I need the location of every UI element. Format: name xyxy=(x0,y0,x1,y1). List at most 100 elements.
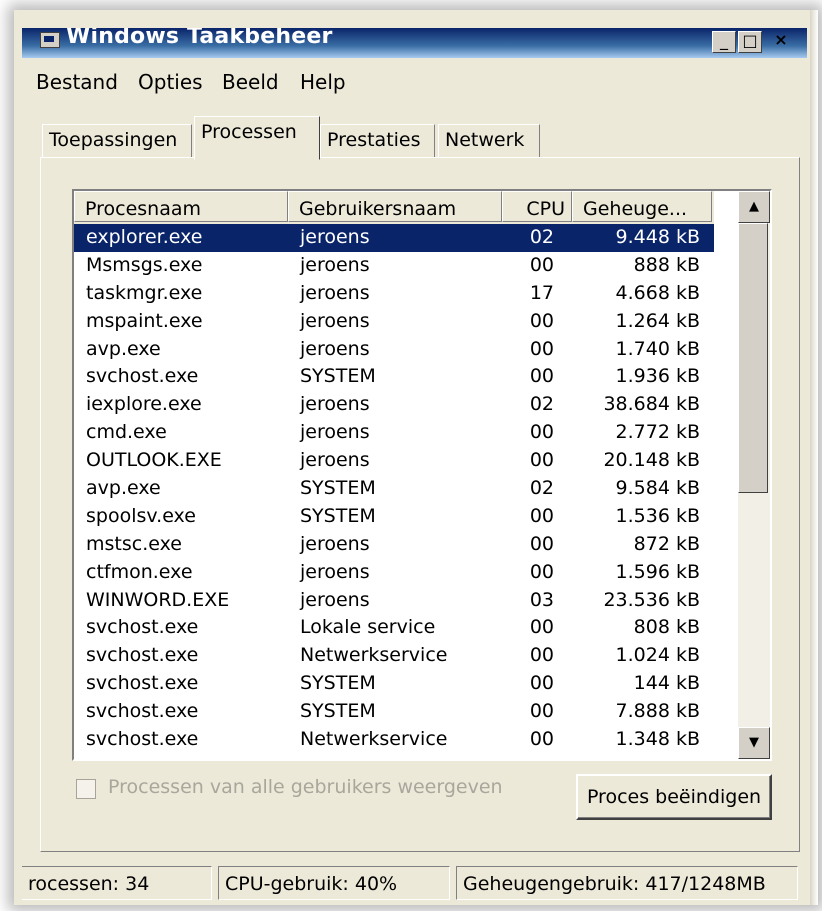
process-memory-cell: 1.264 kB xyxy=(615,309,700,332)
tab-toepassingen[interactable]: Toepassingen xyxy=(42,124,192,158)
table-row[interactable]: iexplore.exe jeroens 02 38.684 kB xyxy=(74,391,714,419)
table-row[interactable]: avp.exe SYSTEM 02 9.584 kB xyxy=(74,475,714,503)
table-row[interactable]: OUTLOOK.EXE jeroens 00 20.148 kB xyxy=(74,447,714,475)
status-processes: rocessen: 34 xyxy=(22,866,212,900)
process-cpu-cell: 00 xyxy=(529,728,554,751)
column-header-geheugen[interactable]: Geheuge... xyxy=(572,191,712,222)
process-cpu-cell: 02 xyxy=(529,226,554,248)
table-row[interactable]: svchost.exe Lokale service 00 808 kB xyxy=(74,614,714,642)
menu-beeld[interactable]: Beeld xyxy=(222,70,279,94)
process-name-cell: svchost.exe xyxy=(86,700,199,723)
process-user-cell: jeroens xyxy=(300,253,370,276)
process-name-cell: iexplore.exe xyxy=(86,393,202,416)
process-cpu-cell: 00 xyxy=(529,449,554,472)
process-memory-cell: 20.148 kB xyxy=(603,449,700,472)
table-row[interactable]: svchost.exe SYSTEM 00 7.888 kB xyxy=(74,698,714,726)
process-user-cell: Netwerkservice xyxy=(300,644,448,667)
process-cpu-cell: 03 xyxy=(529,588,554,611)
process-user-cell: jeroens xyxy=(300,532,370,555)
process-memory-cell: 1.348 kB xyxy=(615,728,700,751)
process-cpu-cell: 00 xyxy=(529,560,554,583)
process-list[interactable]: Procesnaam Gebruikersnaam CPU Geheuge...… xyxy=(72,189,772,761)
process-user-cell: SYSTEM xyxy=(300,700,376,723)
process-user-cell: SYSTEM xyxy=(300,504,376,527)
process-name-cell: avp.exe xyxy=(86,337,161,360)
table-row[interactable]: avp.exe jeroens 00 1.740 kB xyxy=(74,336,714,364)
process-user-cell: jeroens xyxy=(300,449,370,472)
process-cpu-cell: 00 xyxy=(529,672,554,695)
table-row[interactable]: ctfmon.exe jeroens 00 1.596 kB xyxy=(74,559,714,587)
end-process-button[interactable]: Proces beëindigen xyxy=(576,774,772,820)
process-memory-cell: 7.888 kB xyxy=(615,700,700,723)
process-user-cell: Lokale service xyxy=(300,616,436,639)
menu-bar: Bestand Opties Beeld Help xyxy=(22,64,807,104)
process-cpu-cell: 02 xyxy=(529,477,554,500)
process-cpu-cell: 00 xyxy=(529,253,554,276)
process-cpu-cell: 00 xyxy=(529,532,554,555)
column-header-cpu[interactable]: CPU xyxy=(502,191,572,222)
process-name-cell: svchost.exe xyxy=(86,644,199,667)
column-header-procesnaam[interactable]: Procesnaam xyxy=(74,191,288,222)
menu-opties[interactable]: Opties xyxy=(138,70,203,94)
process-cpu-cell: 02 xyxy=(529,393,554,416)
process-user-cell: SYSTEM xyxy=(300,672,376,695)
table-row[interactable]: svchost.exe Netwerkservice 00 1.348 kB xyxy=(74,726,714,754)
table-row[interactable]: svchost.exe Netwerkservice 00 1.024 kB xyxy=(74,642,714,670)
process-user-cell: jeroens xyxy=(300,309,370,332)
process-user-cell: SYSTEM xyxy=(300,477,376,500)
close-button[interactable]: × xyxy=(770,31,792,51)
process-memory-cell: 1.936 kB xyxy=(615,365,700,388)
vertical-scrollbar[interactable]: ▲ ▼ xyxy=(738,191,770,759)
process-user-cell: jeroens xyxy=(300,281,370,304)
process-user-cell: jeroens xyxy=(300,560,370,583)
process-name-cell: taskmgr.exe xyxy=(86,281,203,304)
process-cpu-cell: 00 xyxy=(529,504,554,527)
table-row[interactable]: explorer.exe jeroens 02 9.448 kB xyxy=(74,224,714,252)
scroll-thumb[interactable] xyxy=(738,223,768,493)
taskmanager-app-icon xyxy=(40,32,60,48)
menu-bestand[interactable]: Bestand xyxy=(36,70,118,94)
table-row[interactable]: svchost.exe SYSTEM 00 1.936 kB xyxy=(74,363,714,391)
process-cpu-cell: 00 xyxy=(529,365,554,388)
process-name-cell: Msmsgs.exe xyxy=(86,253,203,276)
tab-prestaties[interactable]: Prestaties xyxy=(320,124,435,158)
process-rows: explorer.exe jeroens 02 9.448 kB Msmsgs.exe j… xyxy=(74,224,714,754)
table-row[interactable]: mspaint.exe jeroens 00 1.264 kB xyxy=(74,308,714,336)
process-name-cell: spoolsv.exe xyxy=(86,504,196,527)
table-row[interactable]: spoolsv.exe SYSTEM 00 1.536 kB xyxy=(74,503,714,531)
tab-netwerk[interactable]: Netwerk xyxy=(438,124,540,158)
status-bar: rocessen: 34 CPU-gebruik: 40% Geheugenge… xyxy=(22,860,807,900)
process-cpu-cell: 00 xyxy=(529,421,554,444)
process-cpu-cell: 00 xyxy=(529,644,554,667)
table-row[interactable]: WINWORD.EXE jeroens 03 23.536 kB xyxy=(74,587,714,615)
scroll-up-button[interactable]: ▲ xyxy=(738,191,770,223)
process-cpu-cell: 00 xyxy=(529,700,554,723)
process-user-cell: jeroens xyxy=(300,226,370,248)
column-header-gebruikersnaam[interactable]: Gebruikersnaam xyxy=(288,191,502,222)
process-cpu-cell: 00 xyxy=(529,616,554,639)
minimize-button[interactable]: _ xyxy=(712,31,736,53)
process-cpu-cell: 00 xyxy=(529,309,554,332)
process-name-cell: svchost.exe xyxy=(86,728,199,751)
process-memory-cell: 808 kB xyxy=(633,616,700,639)
process-memory-cell: 872 kB xyxy=(633,532,700,555)
status-cpu: CPU-gebruik: 40% xyxy=(218,866,450,900)
show-all-users-checkbox[interactable] xyxy=(76,779,96,799)
process-name-cell: avp.exe xyxy=(86,477,161,500)
process-list-header: Procesnaam Gebruikersnaam CPU Geheuge... xyxy=(74,191,714,224)
maximize-button[interactable]: □ xyxy=(738,31,762,53)
process-name-cell: explorer.exe xyxy=(86,226,203,248)
process-memory-cell: 1.024 kB xyxy=(615,644,700,667)
table-row[interactable]: Msmsgs.exe jeroens 00 888 kB xyxy=(74,252,714,280)
table-row[interactable]: cmd.exe jeroens 00 2.772 kB xyxy=(74,419,714,447)
menu-help[interactable]: Help xyxy=(300,70,346,94)
table-row[interactable]: svchost.exe SYSTEM 00 144 kB xyxy=(74,670,714,698)
process-user-cell: jeroens xyxy=(300,337,370,360)
process-memory-cell: 1.536 kB xyxy=(615,504,700,527)
table-row[interactable]: taskmgr.exe jeroens 17 4.668 kB xyxy=(74,280,714,308)
title-bar[interactable]: Windows Taakbeheer _ □ × xyxy=(22,28,807,58)
table-row[interactable]: mstsc.exe jeroens 00 872 kB xyxy=(74,531,714,559)
tab-processen[interactable]: Processen xyxy=(194,116,320,160)
window-title: Windows Taakbeheer xyxy=(66,28,333,49)
scroll-down-button[interactable]: ▼ xyxy=(738,727,770,759)
